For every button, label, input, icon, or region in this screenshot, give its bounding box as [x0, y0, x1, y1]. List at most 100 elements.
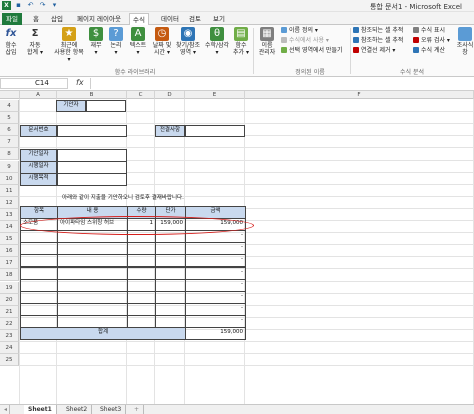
- window-title: 통합 문서1 - Microsoft Excel: [369, 3, 462, 11]
- tab-view[interactable]: 보기: [210, 13, 228, 25]
- row-header-9[interactable]: 9: [0, 160, 19, 173]
- column-header-f[interactable]: F: [245, 91, 474, 99]
- autosum-button[interactable]: Σ 자동 합계 ▾: [24, 27, 46, 56]
- recent-button[interactable]: ★ 최근에 사용한 항목 ▾: [52, 27, 86, 63]
- column-header-e[interactable]: E: [185, 91, 245, 99]
- trace-precedents-button[interactable]: 참조되는 셀 추적: [353, 27, 403, 35]
- logical-label2: ▾: [114, 49, 118, 56]
- logical-button[interactable]: ? 논리 ▾: [108, 27, 124, 56]
- watch-window-button[interactable]: 조사식 창: [456, 27, 474, 56]
- datetime-label: 날짜 및: [152, 42, 172, 49]
- more-functions-button[interactable]: ▤ 함수 추가 ▾: [232, 27, 250, 56]
- name-box[interactable]: C14: [0, 78, 68, 89]
- tab-review[interactable]: 검토: [186, 13, 204, 25]
- trace-dependents-button[interactable]: 참조하는 셀 추적: [353, 37, 403, 45]
- total-amount-cell[interactable]: 159,000: [185, 327, 246, 341]
- tab-page-layout[interactable]: 페이지 레이아웃: [74, 13, 124, 25]
- column-header-d[interactable]: D: [155, 91, 185, 99]
- name-manager-icon: ▦: [260, 27, 274, 41]
- row-header-8[interactable]: 8: [0, 148, 19, 161]
- row-header-18[interactable]: 18: [0, 269, 19, 282]
- row-header-19[interactable]: 19: [0, 281, 19, 294]
- doc-number-label: 문서번호: [20, 125, 57, 137]
- row-header-16[interactable]: 16: [0, 245, 19, 258]
- text-label2: ▾: [136, 49, 140, 56]
- doc-number-value[interactable]: [57, 125, 127, 137]
- trace-precedents-label: 참조되는 셀 추적: [361, 27, 404, 34]
- row-header-20[interactable]: 20: [0, 293, 19, 306]
- financial-icon: $: [89, 27, 103, 41]
- show-formulas-button[interactable]: 수식 표시: [413, 27, 445, 35]
- row-header-5[interactable]: 5: [0, 112, 19, 125]
- drafter-value[interactable]: [86, 100, 126, 112]
- row-header-15[interactable]: 15: [0, 233, 19, 246]
- insert-function-button[interactable]: fx 함수 삽입: [2, 27, 20, 56]
- gridline-h: [20, 341, 474, 342]
- sheet-tab-3[interactable]: Sheet3: [96, 405, 127, 414]
- remove-arrows-button[interactable]: 연결선 제거 ▾: [353, 47, 395, 55]
- formula-input[interactable]: [90, 78, 472, 89]
- fx-icon[interactable]: fx: [76, 78, 84, 87]
- row-header-4[interactable]: 4: [0, 100, 19, 113]
- financial-label2: ▾: [94, 49, 98, 56]
- tab-file[interactable]: 파일: [2, 13, 22, 25]
- evaluate-formula-button[interactable]: 수식 계산: [413, 47, 445, 55]
- define-name-button[interactable]: 이름 정의 ▾: [281, 27, 318, 35]
- evaluate-formula-icon: [413, 47, 419, 53]
- column-header-b[interactable]: B: [57, 91, 127, 99]
- tab-data[interactable]: 데이터: [158, 13, 182, 25]
- row-header-25[interactable]: 25: [0, 354, 19, 367]
- autosum-label: 자동: [29, 42, 41, 49]
- row-header-21[interactable]: 21: [0, 305, 19, 318]
- recent-label2: 사용한 항목 ▾: [54, 49, 84, 63]
- row-header-13[interactable]: 13: [0, 208, 19, 221]
- tab-insert[interactable]: 삽입: [48, 13, 66, 25]
- financial-button[interactable]: $ 재무 ▾: [88, 27, 104, 56]
- new-sheet-icon[interactable]: +: [130, 405, 145, 414]
- group-formula-auditing: 수식 분석: [400, 69, 424, 76]
- row-header-12[interactable]: 12: [0, 196, 19, 209]
- sheet-nav-icon[interactable]: ◂: [0, 405, 10, 414]
- tab-home[interactable]: 홈: [30, 13, 42, 25]
- math-button[interactable]: θ 수학/삼각 ▾: [203, 27, 231, 56]
- row-header-10[interactable]: 10: [0, 172, 19, 185]
- math-label2: ▾: [215, 49, 219, 56]
- gridline-h: [20, 353, 474, 355]
- create-from-selection-button[interactable]: 선택 영역에서 만들기: [281, 47, 343, 55]
- exec-target-value[interactable]: [57, 173, 127, 186]
- recent-label: 최근에: [60, 42, 78, 49]
- row-header-14[interactable]: 14: [0, 221, 19, 234]
- more-functions-icon: ▤: [234, 27, 248, 41]
- error-checking-icon: [413, 37, 419, 43]
- error-checking-label: 오류 검사 ▾: [421, 37, 450, 44]
- name-manager-button[interactable]: ▦ 이름 관리자: [256, 27, 278, 56]
- create-from-selection-label: 선택 영역에서 만들기: [289, 47, 343, 54]
- approval-label: 전결사항: [155, 125, 185, 137]
- use-in-formula-button[interactable]: 수식에서 사용 ▾: [281, 37, 329, 45]
- row-header-22[interactable]: 22: [0, 317, 19, 330]
- approval-value[interactable]: [185, 125, 245, 137]
- column-header-c[interactable]: C: [127, 91, 155, 99]
- datetime-button[interactable]: ◷ 날짜 및 시간 ▾: [151, 27, 173, 56]
- create-from-selection-icon: [281, 47, 287, 53]
- worksheet-grid[interactable]: ABCDEF 4 5 6 7 8 9 10 11 12 13 14 15 16 17 18 19 20 21 22 2…: [0, 91, 474, 404]
- sheet-tab-1[interactable]: Sheet1: [24, 405, 57, 414]
- row-header-7[interactable]: 7: [0, 136, 19, 149]
- tab-formulas[interactable]: 수식: [129, 13, 149, 25]
- sheet-tab-2[interactable]: Sheet2: [62, 405, 93, 414]
- datetime-label2: 시간 ▾: [154, 49, 170, 56]
- row-header-17[interactable]: 17: [0, 257, 19, 270]
- row-header-11[interactable]: 11: [0, 184, 19, 197]
- lookup-button[interactable]: ◉ 찾기/참조 영역 ▾: [174, 27, 202, 56]
- row-header-24[interactable]: 24: [0, 342, 19, 355]
- define-name-label: 이름 정의 ▾: [289, 27, 318, 34]
- column-header-a[interactable]: A: [20, 91, 57, 99]
- lookup-icon: ◉: [181, 27, 195, 41]
- text-button[interactable]: A 텍스트 ▾: [127, 27, 149, 56]
- row-header-6[interactable]: 6: [0, 124, 19, 137]
- error-checking-button[interactable]: 오류 검사 ▾: [413, 37, 450, 45]
- row-header-23[interactable]: 23: [0, 329, 19, 342]
- drafter-label: 기안자: [56, 100, 86, 112]
- sigma-icon: Σ: [31, 28, 39, 39]
- select-all-corner[interactable]: [0, 91, 20, 99]
